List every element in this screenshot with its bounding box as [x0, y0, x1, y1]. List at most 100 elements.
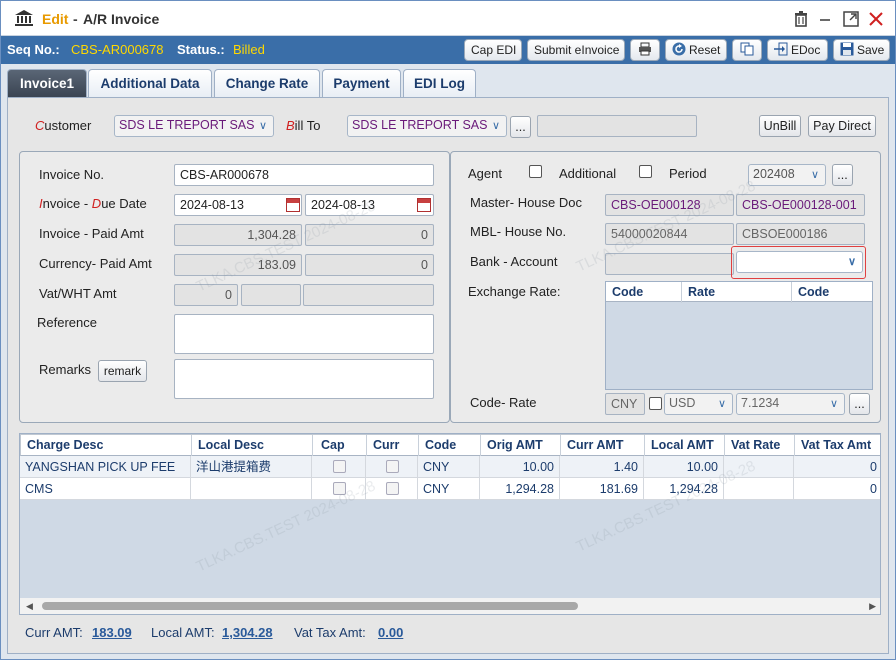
scroll-right-icon[interactable]: ▶	[869, 601, 876, 612]
currency-value: USD	[669, 396, 696, 410]
tab-invoice1[interactable]: Invoice1	[7, 69, 87, 97]
col-vat-tax-amt[interactable]: Vat Tax Amt	[795, 435, 880, 456]
local-amt-total[interactable]: 1,304.28	[222, 625, 273, 640]
reset-button[interactable]: Reset	[665, 39, 727, 61]
rate-more-button[interactable]: ...	[849, 393, 870, 415]
account-select[interactable]: ∨	[736, 251, 863, 273]
period-more-button[interactable]: ...	[832, 164, 853, 186]
local-amt-cell: 1,294.28	[644, 478, 724, 500]
col-curr[interactable]: Curr	[367, 435, 419, 456]
cap-checkbox[interactable]	[333, 460, 346, 473]
seq-label: Seq No.:	[7, 42, 60, 57]
cap-edi-button[interactable]: Cap EDI	[464, 39, 522, 61]
edoc-label: EDoc	[791, 43, 821, 57]
code-rate-checkbox[interactable]	[649, 397, 662, 410]
rate-select[interactable]: 7.1234 ∨	[736, 393, 845, 415]
bank-field[interactable]	[605, 253, 734, 275]
invoice-details-box: Invoice No. CBS-AR000678 Invoice - Due D…	[19, 151, 450, 423]
remark-button[interactable]: remark	[98, 360, 147, 382]
tab-additional-data[interactable]: Additional Data	[88, 69, 212, 97]
code-rate-label: Code- Rate	[470, 395, 537, 410]
copy-button[interactable]	[732, 39, 762, 61]
col-vat-rate[interactable]: Vat Rate	[725, 435, 795, 456]
paid-amount-field: 0	[305, 224, 434, 246]
mbl-house-no-label: MBL- House No.	[470, 224, 566, 239]
bill-to-label-text: ill To	[294, 118, 321, 133]
curr-checkbox[interactable]	[386, 460, 399, 473]
edoc-button[interactable]: EDoc	[767, 39, 828, 61]
master-house-doc-label: Master- House Doc	[470, 195, 582, 210]
chevron-down-icon: ∨	[810, 169, 820, 181]
chevron-down-icon: ∨	[717, 398, 727, 410]
reference-textarea[interactable]	[174, 314, 434, 354]
customer-select[interactable]: SDS LE TREPORT SAS ∨	[114, 115, 274, 137]
invoice-date-value: 2024-08-13	[180, 198, 244, 212]
bill-to-more-button[interactable]: ...	[510, 116, 531, 138]
mbl-label-text: MBL-	[470, 224, 502, 239]
tab-payment[interactable]: Payment	[322, 69, 401, 97]
copy-icon	[740, 42, 754, 56]
rate-col-code-2: Code	[798, 285, 830, 299]
invoice-window: Edit - A/R Invoice Seq No.: CBS-AR000678…	[0, 0, 896, 660]
scroll-left-icon[interactable]: ◀	[26, 601, 33, 612]
pay-direct-button[interactable]: Pay Direct	[808, 115, 876, 137]
col-local-desc[interactable]: Local Desc	[192, 435, 313, 456]
col-code[interactable]: Code	[419, 435, 481, 456]
invoice-amt-label-text: Invoice	[39, 226, 81, 241]
local-desc-cell: 洋山港提箱费	[191, 456, 312, 478]
col-cap[interactable]: Cap	[313, 435, 367, 456]
submit-einvoice-label: Submit eInvoice	[534, 43, 620, 57]
cap-checkbox[interactable]	[333, 482, 346, 495]
house-doc-field: CBS-OE000128-001	[736, 194, 865, 216]
charge-desc-cell: YANGSHAN PICK UP FEE	[20, 456, 191, 478]
minimize-icon[interactable]	[816, 10, 834, 28]
calendar-icon[interactable]	[417, 198, 431, 212]
maximize-icon[interactable]	[842, 10, 860, 28]
curr-checkbox[interactable]	[386, 482, 399, 495]
bill-to-select[interactable]: SDS LE TREPORT SAS ∨	[347, 115, 507, 137]
calendar-icon[interactable]	[286, 198, 300, 212]
col-local-amt[interactable]: Local AMT	[645, 435, 725, 456]
invoice-no-input[interactable]: CBS-AR000678	[174, 164, 434, 186]
horizontal-scrollbar[interactable]: ◀ ▶	[20, 598, 880, 614]
vat-wht-label: Vat/WHT Amt	[39, 286, 117, 301]
account-label-text: Account	[510, 254, 558, 269]
chevron-down-icon: ∨	[258, 120, 268, 132]
close-icon[interactable]	[867, 10, 885, 28]
shipment-details-box: Agent Additional Period 202408 ∨ ... Mas…	[450, 151, 881, 423]
invoice-date-dash: -	[83, 196, 89, 211]
vat-amount-field: 0	[174, 284, 238, 306]
col-curr-amt[interactable]: Curr AMT	[561, 435, 645, 456]
customer-label: Customer	[35, 118, 91, 133]
table-row[interactable]: YANGSHAN PICK UP FEE 洋山港提箱费 CNY 10.00 1.…	[20, 456, 880, 478]
vat-tax-total[interactable]: 0.00	[378, 625, 403, 640]
trash-icon[interactable]	[792, 10, 810, 28]
unbill-button[interactable]: UnBill	[759, 115, 801, 137]
agent-label: Agent	[468, 166, 502, 181]
bill-to-extra-field	[537, 115, 697, 137]
col-charge-desc[interactable]: Charge Desc	[21, 435, 192, 456]
tab-change-rate[interactable]: Change Rate	[214, 69, 320, 97]
print-button[interactable]	[630, 39, 660, 61]
curr-cell	[366, 456, 418, 478]
curr-amt-total[interactable]: 183.09	[92, 625, 132, 640]
due-date-label-text: ue Date	[101, 196, 147, 211]
period-select[interactable]: 202408 ∨	[748, 164, 826, 186]
additional-checkbox[interactable]	[639, 165, 652, 178]
col-orig-amt[interactable]: Orig AMT	[481, 435, 561, 456]
chevron-down-icon: ∨	[847, 256, 857, 268]
due-date-input[interactable]: 2024-08-13	[305, 194, 434, 216]
tab-edi-log[interactable]: EDI Log	[403, 69, 476, 97]
submit-einvoice-button[interactable]: Submit eInvoice	[527, 39, 625, 61]
remarks-textarea[interactable]	[174, 359, 434, 399]
local-desc-cell	[191, 478, 312, 500]
scrollbar-thumb[interactable]	[42, 602, 578, 610]
table-row[interactable]: CMS CNY 1,294.28 181.69 1,294.28 0	[20, 478, 880, 500]
exchange-rate-grid[interactable]: Code Rate Code	[605, 281, 873, 390]
currency-select[interactable]: USD ∨	[664, 393, 733, 415]
charges-grid[interactable]: Charge Desc Local Desc Cap Curr Code Ori…	[19, 433, 881, 615]
save-button[interactable]: Save	[833, 39, 890, 61]
agent-checkbox[interactable]	[529, 165, 542, 178]
invoice-date-input[interactable]: 2024-08-13	[174, 194, 302, 216]
save-label: Save	[857, 43, 885, 57]
